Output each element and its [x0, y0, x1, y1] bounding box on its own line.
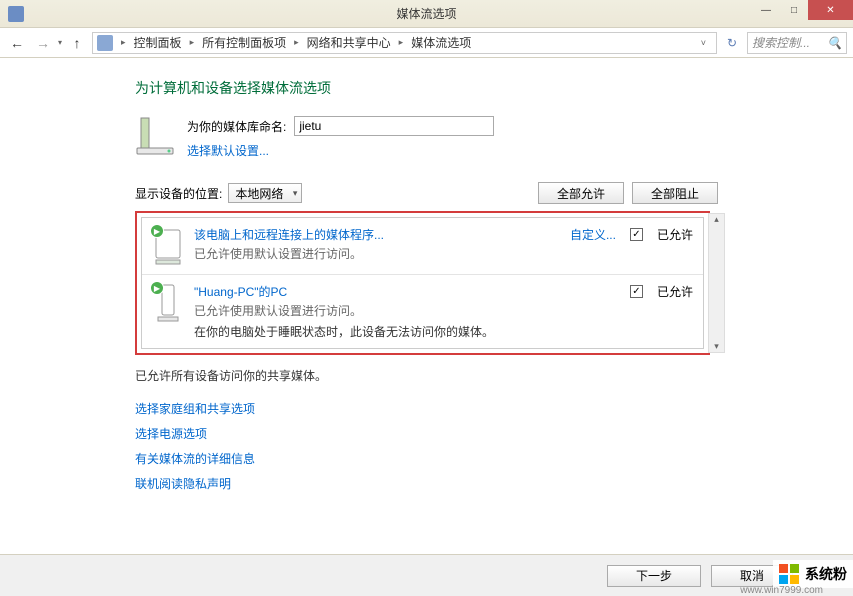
refresh-button[interactable]: ↻ — [721, 32, 743, 54]
breadcrumb-item[interactable]: 网络和共享中心 — [303, 32, 395, 53]
allow-all-button[interactable]: 全部允许 — [538, 182, 624, 204]
scroll-down-icon[interactable]: ▾ — [714, 341, 719, 352]
device-title[interactable]: "Huang-PC"的PC — [194, 283, 620, 300]
chevron-right-icon: ▸ — [119, 37, 128, 48]
scrollbar[interactable]: ▴ ▾ — [708, 213, 725, 353]
related-links: 选择家庭组和共享选项 选择电源选项 有关媒体流的详细信息 联机阅读隐私声明 — [135, 400, 853, 492]
next-button[interactable]: 下一步 — [607, 565, 701, 587]
block-all-button[interactable]: 全部阻止 — [632, 182, 718, 204]
homegroup-link[interactable]: 选择家庭组和共享选项 — [135, 400, 853, 417]
device-title[interactable]: 该电脑上和远程连接上的媒体程序... — [194, 226, 560, 243]
window-controls: — □ ✕ — [752, 0, 853, 20]
allowed-label: 已允许 — [657, 283, 693, 300]
device-list-highlight: ▶ 该电脑上和远程连接上的媒体程序... 已允许使用默认设置进行访问。 自定义.… — [135, 211, 710, 355]
breadcrumb-item[interactable]: 所有控制面板项 — [198, 32, 290, 53]
chevron-down-icon[interactable]: ˅ — [699, 38, 708, 48]
media-streaming-info-link[interactable]: 有关媒体流的详细信息 — [135, 450, 853, 467]
chevron-right-icon: ▸ — [397, 37, 406, 48]
forward-button[interactable]: → — [32, 32, 54, 54]
allowed-checkbox[interactable]: ✓ — [630, 285, 643, 298]
footer: 下一步 取消 — [0, 554, 853, 596]
library-name-input[interactable] — [294, 116, 494, 136]
chevron-right-icon: ▸ — [292, 37, 301, 48]
watermark-logo-icon — [779, 564, 799, 584]
status-text: 已允许所有设备访问你的共享媒体。 — [135, 367, 853, 384]
maximize-button[interactable]: □ — [780, 0, 808, 20]
customize-link[interactable]: 自定义... — [570, 226, 616, 243]
minimize-button[interactable]: — — [752, 0, 780, 20]
search-input[interactable]: 搜索控制... 🔍 — [747, 32, 847, 54]
location-value: 本地网络 — [235, 185, 283, 202]
default-settings-link[interactable]: 选择默认设置... — [187, 142, 494, 159]
navbar: ← → ▾ ↑ ▸ 控制面板 ▸ 所有控制面板项 ▸ 网络和共享中心 ▸ 媒体流… — [0, 28, 853, 58]
breadcrumb-item[interactable]: 媒体流选项 — [407, 32, 475, 53]
search-placeholder: 搜索控制... — [752, 34, 827, 51]
breadcrumb[interactable]: ▸ 控制面板 ▸ 所有控制面板项 ▸ 网络和共享中心 ▸ 媒体流选项 ˅ — [92, 32, 717, 54]
media-program-icon: ▶ — [152, 226, 184, 266]
history-dropdown[interactable]: ▾ — [58, 38, 62, 47]
content-area: 为计算机和设备选择媒体流选项 为你的媒体库命名: 选择默认设置... 显示设备的… — [0, 58, 853, 566]
allowed-label: 已允许 — [657, 226, 693, 243]
library-name-label: 为你的媒体库命名: — [187, 118, 286, 135]
device-note: 在你的电脑处于睡眠状态时，此设备无法访问你的媒体。 — [194, 323, 620, 340]
location-label: 显示设备的位置: — [135, 185, 222, 202]
chevron-right-icon: ▸ — [188, 37, 197, 48]
device-subtitle: 已允许使用默认设置进行访问。 — [194, 245, 560, 262]
window-title: 媒体流选项 — [396, 5, 456, 22]
search-icon: 🔍 — [827, 36, 842, 50]
allowed-checkbox[interactable]: ✓ — [630, 228, 643, 241]
power-options-link[interactable]: 选择电源选项 — [135, 425, 853, 442]
titlebar: 媒体流选项 — □ ✕ — [0, 0, 853, 28]
device-list: ▶ 该电脑上和远程连接上的媒体程序... 已允许使用默认设置进行访问。 自定义.… — [141, 217, 704, 349]
device-subtitle: 已允许使用默认设置进行访问。 — [194, 302, 620, 319]
device-item: ▶ "Huang-PC"的PC 已允许使用默认设置进行访问。 在你的电脑处于睡眠… — [142, 274, 703, 348]
scroll-up-icon[interactable]: ▴ — [714, 214, 719, 225]
app-icon — [8, 6, 24, 22]
breadcrumb-icon — [97, 35, 113, 51]
watermark-url: www.win7999.com — [740, 585, 823, 596]
play-badge-icon: ▶ — [150, 224, 164, 238]
watermark-text: 系统粉 — [805, 564, 847, 584]
play-badge-icon: ▶ — [150, 281, 164, 295]
privacy-statement-link[interactable]: 联机阅读隐私声明 — [135, 475, 853, 492]
media-library-icon — [135, 116, 175, 156]
breadcrumb-item[interactable]: 控制面板 — [130, 32, 186, 53]
pc-device-icon: ▶ — [152, 283, 184, 323]
back-button[interactable]: ← — [6, 32, 28, 54]
page-title: 为计算机和设备选择媒体流选项 — [135, 78, 853, 98]
watermark: 系统粉 — [773, 560, 853, 588]
location-dropdown[interactable]: 本地网络 — [228, 183, 302, 203]
location-row: 显示设备的位置: 本地网络 全部允许 全部阻止 — [135, 183, 853, 203]
up-button[interactable]: ↑ — [66, 32, 88, 54]
device-item: ▶ 该电脑上和远程连接上的媒体程序... 已允许使用默认设置进行访问。 自定义.… — [142, 218, 703, 274]
library-name-row: 为你的媒体库命名: 选择默认设置... — [135, 116, 853, 159]
close-button[interactable]: ✕ — [808, 0, 853, 20]
